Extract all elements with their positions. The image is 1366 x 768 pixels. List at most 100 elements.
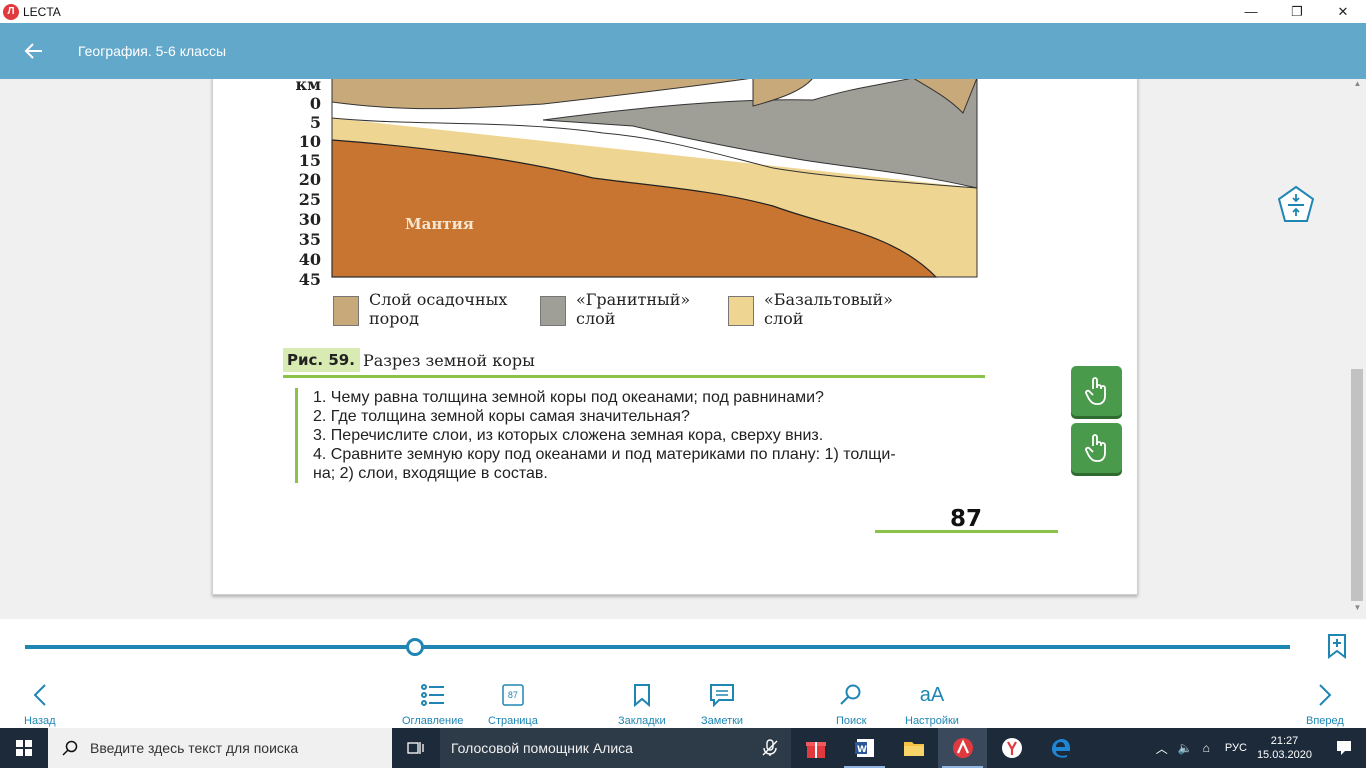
scale-tick: 35 <box>298 230 321 249</box>
start-button[interactable] <box>0 728 48 768</box>
interactive-task-button[interactable] <box>1071 423 1122 473</box>
question-item: 4. Сравните земную кору под океанами и п… <box>313 446 896 463</box>
lecta-logo-icon: Л <box>3 3 19 20</box>
figure-caption: Рис. 59. Разрез земной коры <box>283 348 985 378</box>
scroll-thumb[interactable] <box>1351 369 1363 601</box>
book-title: География. 5-6 классы <box>78 43 227 59</box>
figure-number: Рис. 59. <box>283 348 360 372</box>
question-item: 2. Где толщина земной коры самая значите… <box>313 408 690 425</box>
search-icon <box>62 740 78 756</box>
taskbar-explorer-app[interactable] <box>889 728 938 768</box>
book-page: Мантия км 0 5 10 15 20 25 30 35 40 45 Сл… <box>212 79 1138 595</box>
maximize-button[interactable]: ❐ <box>1274 0 1320 23</box>
scroll-down-icon[interactable]: ▼ <box>1349 603 1366 617</box>
notes-icon <box>710 684 735 707</box>
taskbar-word-app[interactable]: W <box>840 728 889 768</box>
hand-pointer-icon <box>1084 434 1106 462</box>
legend-text-line: «Базальтовый» <box>764 290 893 309</box>
alisa-assistant[interactable]: Голосовой помощник Алиса <box>440 728 791 768</box>
chevron-right-icon <box>1319 684 1332 706</box>
search-icon <box>840 684 861 705</box>
legend-text-line: Слой осадочных <box>369 290 508 309</box>
list-icon <box>420 684 444 706</box>
fit-page-icon[interactable] <box>1276 185 1316 225</box>
question-item: 3. Перечислите слои, из которых сложена … <box>313 427 824 444</box>
taskbar-gift-app[interactable] <box>791 728 840 768</box>
windows-taskbar: Введите здесь текст для поиска Голосовой… <box>0 728 1366 768</box>
scale-unit-label: км <box>295 79 321 94</box>
page-icon-number: 87 <box>507 690 518 700</box>
gift-icon <box>805 742 826 758</box>
question-item: на; 2) слои, входящие в состав. <box>313 465 548 482</box>
nav-label: Закладки <box>618 715 666 727</box>
nav-forward[interactable]: Вперед <box>1306 681 1344 727</box>
legend-granite: «Гранитный» слой <box>540 290 736 328</box>
reader-content[interactable]: Мантия км 0 5 10 15 20 25 30 35 40 45 Сл… <box>0 79 1348 619</box>
scale-tick: 40 <box>298 250 321 269</box>
network-icon[interactable]: ⌂ <box>1203 741 1210 755</box>
window-title: LECTA <box>23 4 61 19</box>
svg-text:W: W <box>857 745 867 755</box>
nav-label: Поиск <box>836 715 867 727</box>
scale-tick: 5 <box>309 113 321 132</box>
nav-label: Страница <box>488 715 538 727</box>
scale-tick: 0 <box>309 94 321 113</box>
interactive-task-button[interactable] <box>1071 366 1122 416</box>
task-view-button[interactable] <box>392 728 440 768</box>
question-item: 1. Чему равна толщина земной коры под ок… <box>313 389 824 406</box>
nav-label: Настройки <box>905 715 959 727</box>
nav-bookmarks[interactable]: Закладки <box>618 681 666 727</box>
edge-icon <box>1051 739 1070 758</box>
nav-notes[interactable]: Заметки <box>701 681 743 727</box>
questions-block: 1. Чему равна толщина земной коры под ок… <box>295 388 995 483</box>
nav-back[interactable]: Назад <box>24 681 56 727</box>
close-button[interactable]: ✕ <box>1320 0 1366 23</box>
scale-tick: 30 <box>298 210 321 229</box>
nav-label: Вперед <box>1306 715 1344 727</box>
add-bookmark-icon[interactable] <box>1326 633 1348 659</box>
alisa-label: Голосовой помощник Алиса <box>451 740 633 756</box>
clock-date: 15.03.2020 <box>1256 749 1312 761</box>
legend-basalt: «Базальтовый» слой <box>728 290 924 328</box>
nav-label: Оглавление <box>402 715 464 727</box>
taskbar-edge-app[interactable] <box>1036 728 1085 768</box>
nav-search[interactable]: Поиск <box>836 681 866 727</box>
legend-text-line: пород <box>369 309 420 328</box>
minimize-button[interactable]: — <box>1228 0 1274 23</box>
taskbar-yandex-app[interactable] <box>987 728 1036 768</box>
scale-tick: 25 <box>298 190 321 209</box>
speaker-icon[interactable]: 🔈 <box>1178 741 1193 755</box>
legend-text-line: «Гранитный» <box>576 290 691 309</box>
tray-chevron-up-icon[interactable]: ︿ <box>1156 740 1168 757</box>
nav-label: Заметки <box>701 715 744 727</box>
app-header: География. 5-6 классы <box>0 23 1366 79</box>
nav-label: Назад <box>24 715 56 727</box>
yandex-browser-icon <box>1001 738 1022 758</box>
nav-toc[interactable]: Оглавление <box>402 681 463 727</box>
taskbar-clock[interactable]: 21:27 15.03.2020 <box>1257 734 1312 762</box>
nav-settings[interactable]: aA Настройки <box>905 681 959 728</box>
nav-page[interactable]: 87 Страница <box>488 681 538 727</box>
bottom-panel: Назад Оглавление 87 Страница Закладки За… <box>0 619 1366 728</box>
keyboard-language[interactable]: РУС <box>1225 742 1247 754</box>
page-number: 87 <box>950 506 983 532</box>
taskbar-lecta-app[interactable] <box>938 728 987 768</box>
vertical-scrollbar[interactable]: ▲ ▼ <box>1349 79 1366 619</box>
clock-time: 21:27 <box>1270 735 1299 747</box>
notifications-icon <box>1337 741 1351 755</box>
taskbar-search[interactable]: Введите здесь текст для поиска <box>48 728 392 768</box>
back-arrow-icon[interactable] <box>22 39 46 63</box>
page-slider-track[interactable] <box>25 645 1290 649</box>
page-number-underline <box>875 530 1058 533</box>
caption-underline <box>283 375 985 378</box>
crust-section-diagram: Мантия <box>331 79 978 278</box>
scroll-up-icon[interactable]: ▲ <box>1349 79 1366 93</box>
legend-text-line: слой <box>576 309 616 328</box>
window-titlebar: Л LECTA — ❐ ✕ <box>0 0 1366 23</box>
microphone-muted-icon[interactable] <box>761 739 779 757</box>
action-center-button[interactable] <box>1322 728 1366 768</box>
scale-tick: 45 <box>298 270 321 289</box>
mantle-label: Мантия <box>405 215 474 233</box>
system-tray: ︿ 🔈 ⌂ РУС 21:27 15.03.2020 <box>1151 728 1366 768</box>
page-slider-thumb[interactable] <box>406 638 424 656</box>
